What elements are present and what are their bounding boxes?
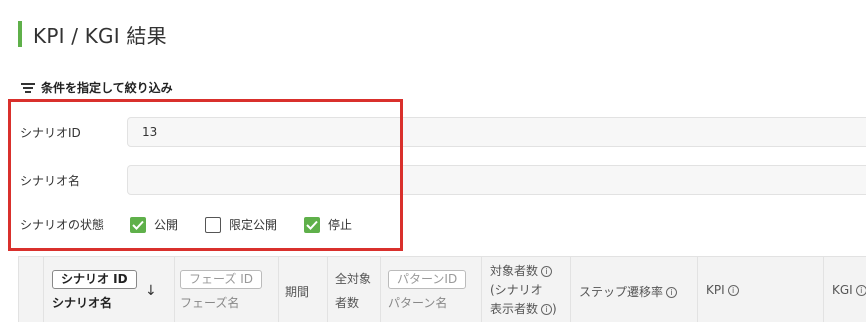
table-col-kgi[interactable]: KGI i xyxy=(823,257,866,322)
filter-icon xyxy=(21,82,35,94)
kgi-header: KGI xyxy=(832,283,853,297)
table-col-select xyxy=(18,257,43,322)
targets-header-line1: 対象者数 xyxy=(490,264,539,278)
close-paren-text: ) xyxy=(552,302,557,316)
phase-name-header: フェーズ名 xyxy=(180,296,240,310)
page-title: KPI / KGI 結果 xyxy=(33,23,167,48)
scenario-id-header: シナリオ ID xyxy=(52,270,137,289)
table-col-phase[interactable]: フェーズ ID フェーズ名 xyxy=(174,257,278,322)
table-col-scenario[interactable]: シナリオ ID シナリオ名 ↓ xyxy=(43,257,174,322)
phase-id-header: フェーズ ID xyxy=(180,270,262,289)
pattern-id-header: パターンID xyxy=(388,270,467,289)
table-col-kpi[interactable]: KPI i xyxy=(697,257,823,322)
total-targets-header-line2: 者数 xyxy=(335,296,360,310)
filter-heading-label: 条件を指定して絞り込み xyxy=(41,81,173,95)
info-icon[interactable]: i xyxy=(541,304,553,315)
info-icon[interactable]: i xyxy=(727,285,739,296)
table-col-targets[interactable]: 対象者数 i (シナリオ 表示者数 i) xyxy=(481,257,570,322)
results-table-header: シナリオ ID シナリオ名 ↓ フェーズ ID フェーズ名 期間 全対象 者数 … xyxy=(18,256,866,322)
sort-arrow-icon[interactable]: ↓ xyxy=(145,283,157,299)
info-icon[interactable]: i xyxy=(855,285,866,296)
table-col-step-rate[interactable]: ステップ遷移率 i xyxy=(570,257,697,322)
pattern-name-header: パターン名 xyxy=(388,296,448,310)
page-header: KPI / KGI 結果 xyxy=(18,20,167,48)
period-header: 期間 xyxy=(285,285,310,299)
highlight-annotation-box xyxy=(8,99,403,251)
table-col-total-targets[interactable]: 全対象 者数 xyxy=(327,257,380,322)
filter-toggle[interactable]: 条件を指定して絞り込み xyxy=(21,79,173,96)
scenario-name-header: シナリオ名 xyxy=(52,296,113,310)
targets-header-line3: 表示者数 xyxy=(490,302,539,316)
kpi-header: KPI xyxy=(706,283,725,297)
info-icon[interactable]: i xyxy=(541,266,553,277)
table-col-period[interactable]: 期間 xyxy=(278,257,327,322)
step-rate-header: ステップ遷移率 xyxy=(579,285,664,299)
targets-header-line2: (シナリオ xyxy=(490,283,543,297)
title-accent-bar xyxy=(18,21,22,47)
info-icon[interactable]: i xyxy=(666,287,678,298)
total-targets-header-line1: 全対象 xyxy=(335,272,372,286)
table-col-pattern[interactable]: パターンID パターン名 xyxy=(380,257,481,322)
